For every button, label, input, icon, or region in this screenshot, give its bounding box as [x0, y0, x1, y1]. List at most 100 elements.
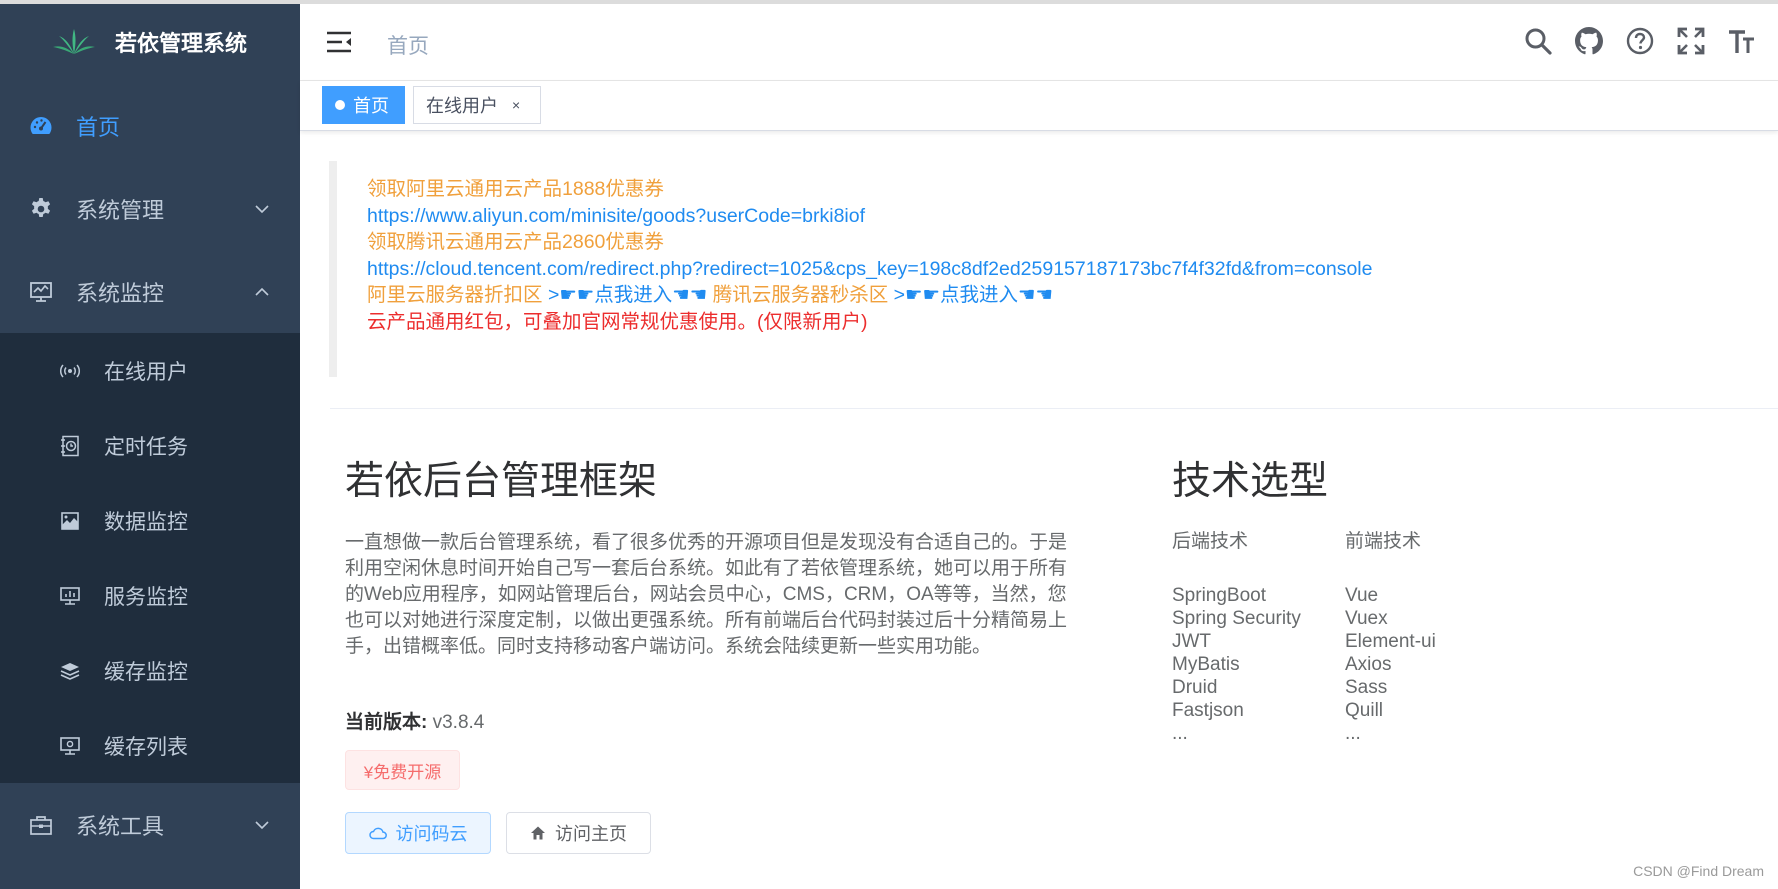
list-item: Vuex: [1345, 608, 1388, 629]
app-title: 若依管理系统: [114, 31, 247, 56]
backend-tech-list: 后端技术 SpringBoot Spring Security JWT MyBa…: [1172, 526, 1301, 745]
question-icon[interactable]: [1625, 24, 1655, 58]
active-dot: [335, 100, 345, 110]
server-icon: [58, 584, 82, 608]
sidebar-item-home[interactable]: 首页: [0, 84, 300, 167]
sidebar-item-redis[interactable]: 缓存监控: [0, 633, 300, 708]
notice-text: 腾讯云服务器秒杀区: [712, 284, 889, 306]
gear-icon: [28, 196, 54, 222]
visit-home-button[interactable]: 访问主页: [506, 812, 651, 854]
sidebar-item-job[interactable]: 定时任务: [0, 408, 300, 483]
watermark: CSDN @Find Dream: [1633, 863, 1764, 879]
dashboard-icon: [28, 113, 54, 139]
tag-label: 在线用户: [426, 96, 498, 116]
list-item: Quill: [1345, 700, 1384, 721]
notice-line: 云产品通用红包，可叠加官网常规优惠使用。(仅限新用户): [367, 310, 868, 333]
tech-title: 技术选型: [1172, 460, 1329, 503]
home-icon: [531, 826, 545, 840]
sidebar-item-redis-list[interactable]: 缓存列表: [0, 708, 300, 783]
sidebar-item-label: 缓存列表: [104, 735, 188, 759]
close-icon[interactable]: ×: [512, 97, 520, 113]
framework-intro: 一直想做一款后台管理系统，看了很多优秀的开源项目但是发现没有合适自己的。于是利用…: [345, 532, 1068, 657]
sidebar-item-label: 系统监控: [76, 280, 165, 306]
tag-home[interactable]: 首页: [322, 86, 405, 124]
breadcrumb[interactable]: 首页: [387, 30, 429, 60]
tool-icon: [28, 812, 54, 838]
cloud-icon: [368, 827, 387, 840]
notice-bar: [329, 161, 337, 377]
list-item: Element-ui: [1345, 631, 1436, 652]
notice-text: 阿里云服务器折扣区: [367, 284, 543, 306]
frontend-heading: 前端技术: [1345, 531, 1422, 552]
sidebar-item-online-users[interactable]: 在线用户: [0, 333, 300, 408]
logo[interactable]: 若依管理系统: [0, 0, 300, 84]
sidebar-item-label: 系统管理: [76, 197, 165, 223]
tag-label: 首页: [353, 96, 389, 116]
list-item: Sass: [1345, 677, 1388, 698]
version-info: 当前版本: v3.8.4: [345, 707, 484, 734]
notice-line: 领取腾讯云通用云产品2860优惠券: [367, 231, 664, 253]
fullscreen-icon[interactable]: [1676, 24, 1706, 58]
sidebar-item-system[interactable]: 系统管理: [0, 167, 300, 250]
top-border: [0, 0, 1778, 4]
button-label: 访问码云: [395, 824, 468, 844]
version-label: 当前版本:: [345, 712, 428, 733]
button-label: 访问主页: [555, 824, 627, 844]
list-item: Vue: [1345, 585, 1379, 606]
sidebar-item-label: 系统工具: [76, 813, 165, 839]
chevron-up-icon: [255, 287, 269, 296]
list-item: Spring Security: [1172, 608, 1301, 629]
github-icon[interactable]: [1574, 24, 1604, 58]
navbar-right-menu: [1523, 24, 1778, 58]
navbar: 首页: [300, 4, 1778, 81]
list-item: MyBatis: [1172, 654, 1240, 675]
sidebar-item-label: 在线用户: [104, 360, 188, 384]
font-size-icon[interactable]: [1727, 24, 1757, 58]
hamburger-icon[interactable]: [326, 30, 352, 54]
notice-link[interactable]: https://cloud.tencent.com/redirect.php?r…: [367, 256, 1373, 283]
notice-line: 阿里云服务器折扣区 >☛☛点我进入☚☚ 腾讯云服务器秒杀区 >☛☛点我进入☚☚: [367, 282, 1373, 309]
list-item: SpringBoot: [1172, 585, 1267, 606]
list-item: Axios: [1345, 654, 1392, 675]
sidebar-item-druid[interactable]: 数据监控: [0, 483, 300, 558]
redis-list-icon: [58, 734, 82, 758]
sidebar-item-server[interactable]: 服务监控: [0, 558, 300, 633]
sidebar: 若依管理系统 首页 系统管理 系统监控 在线用户 定时任务 数据监控 服务监控 …: [0, 0, 300, 889]
notice-line: 领取阿里云通用云产品1888优惠券: [367, 178, 664, 200]
sidebar-item-label: 数据监控: [104, 510, 188, 534]
version-value: v3.8.4: [432, 712, 485, 733]
tags-view: 首页 在线用户 ×: [300, 81, 1778, 131]
sidebar-item-tool[interactable]: 系统工具: [0, 783, 300, 866]
sidebar-item-label: 服务监控: [104, 585, 188, 609]
job-icon: [58, 434, 82, 458]
backend-heading: 后端技术: [1172, 531, 1249, 552]
list-item: ...: [1345, 723, 1361, 744]
notice-content: 领取阿里云通用云产品1888优惠券 https://www.aliyun.com…: [367, 176, 1373, 335]
sidebar-item-label: 首页: [76, 114, 121, 140]
sidebar-item-monitor[interactable]: 系统监控: [0, 250, 300, 333]
notice-link[interactable]: https://www.aliyun.com/minisite/goods?us…: [367, 203, 1373, 230]
chevron-down-icon: [255, 204, 269, 213]
sidebar-item-label: 定时任务: [104, 435, 188, 459]
frontend-tech-list: 前端技术 Vue Vuex Element-ui Axios Sass Quil…: [1345, 526, 1436, 745]
framework-title: 若依后台管理框架: [345, 460, 658, 503]
submenu-monitor: 在线用户 定时任务 数据监控 服务监控 缓存监控 缓存列表: [0, 333, 300, 783]
druid-icon: [58, 509, 82, 533]
notice-link[interactable]: >☛☛点我进入☚☚: [548, 284, 707, 306]
chevron-down-icon: [255, 820, 269, 829]
list-item: Druid: [1172, 677, 1218, 698]
sidebar-item-label: 缓存监控: [104, 660, 188, 684]
list-item: Fastjson: [1172, 700, 1244, 721]
online-icon: [58, 359, 82, 383]
redis-icon: [58, 659, 82, 683]
free-tag: ¥免费开源: [345, 750, 460, 790]
visit-gitee-button[interactable]: 访问码云: [345, 812, 491, 854]
divider: [330, 408, 1778, 409]
list-item: ...: [1172, 723, 1188, 744]
tag-online-users[interactable]: 在线用户 ×: [413, 86, 541, 124]
search-icon[interactable]: [1523, 24, 1553, 58]
notice-link[interactable]: >☛☛点我进入☚☚: [894, 284, 1053, 306]
list-item: JWT: [1172, 631, 1212, 652]
monitor-icon: [28, 279, 54, 305]
logo-icon: [52, 29, 95, 54]
